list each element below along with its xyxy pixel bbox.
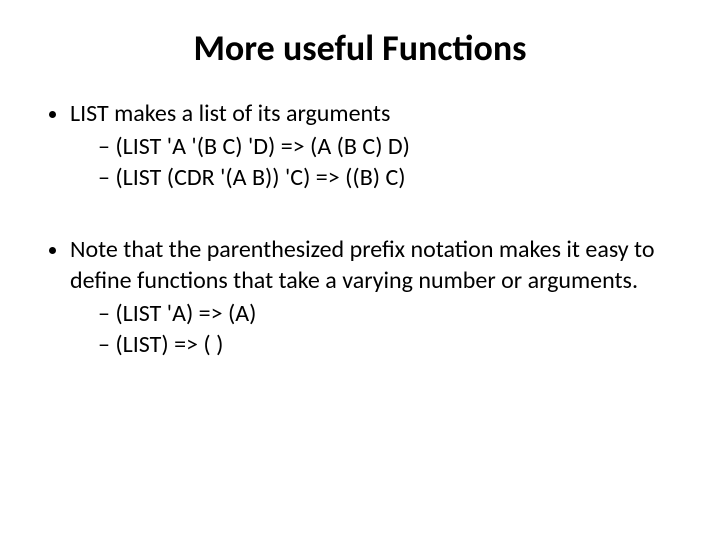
slide: More useful Functions LIST makes a list … <box>0 0 720 540</box>
sub-list: (LIST 'A) => (A) (LIST) => ( ) <box>70 298 680 360</box>
sub-bullet-text: (LIST 'A '(B C) 'D) => (A (B C) D) <box>115 132 410 161</box>
list-item: (LIST (CDR '(A B)) 'C) => ((B) C) <box>98 162 680 193</box>
sub-list: (LIST 'A '(B C) 'D) => (A (B C) D) (LIST… <box>70 131 680 193</box>
sub-bullet-text: (LIST 'A) => (A) <box>115 299 256 328</box>
sub-bullet-text: (LIST) => ( ) <box>115 330 223 359</box>
slide-title: More useful Functions <box>40 26 680 70</box>
list-item: LIST makes a list of its arguments (LIST… <box>70 98 680 194</box>
sub-bullet-text: (LIST (CDR '(A B)) 'C) => ((B) C) <box>115 163 405 192</box>
bullet-list: LIST makes a list of its arguments (LIST… <box>40 98 680 360</box>
list-item: Note that the parenthesized prefix notat… <box>70 234 680 361</box>
list-item: (LIST) => ( ) <box>98 329 680 360</box>
list-item: (LIST 'A) => (A) <box>98 298 680 329</box>
list-item: (LIST 'A '(B C) 'D) => (A (B C) D) <box>98 131 680 162</box>
bullet-text: LIST makes a list of its arguments <box>70 99 390 128</box>
bullet-text: Note that the parenthesized prefix notat… <box>70 235 655 295</box>
